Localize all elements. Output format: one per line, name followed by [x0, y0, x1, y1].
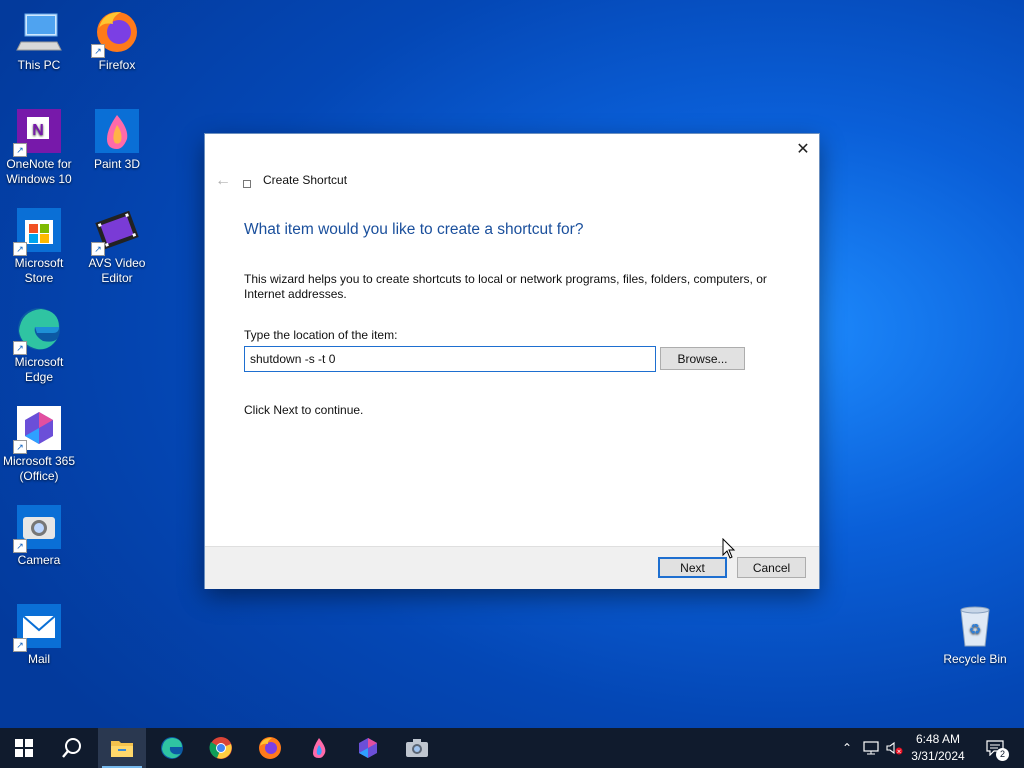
desktop-icon-paint3d[interactable]: Paint 3D: [78, 107, 156, 172]
chevron-up-icon: ⌃: [841, 741, 853, 755]
paint3d-icon: [93, 107, 141, 155]
taskbar-paint3d[interactable]: [295, 728, 343, 768]
location-input[interactable]: [244, 346, 656, 372]
paint3d-icon: [313, 738, 326, 758]
m365-icon: [359, 738, 377, 758]
firefox-icon: [259, 737, 281, 759]
desktop-icon-label: Recycle Bin: [943, 652, 1007, 666]
taskbar-m365[interactable]: [344, 728, 392, 768]
onenote-icon: N ↗: [13, 107, 63, 157]
mouse-cursor-icon: [722, 537, 736, 565]
desktop-icon-camera[interactable]: ↗ Camera: [0, 503, 78, 568]
camera-icon: [406, 739, 428, 757]
desktop-icon-label: Mail: [27, 652, 50, 666]
search-button[interactable]: [48, 728, 96, 768]
create-shortcut-dialog: ✕ ← Create Shortcut What item would you …: [205, 134, 819, 589]
windows-logo-icon: [15, 739, 33, 757]
desktop-icon-label: Camera: [17, 553, 61, 567]
m365-icon: ↗: [13, 404, 63, 454]
desktop-icon-label: AVS Video Editor: [88, 256, 146, 285]
edge-icon: ↗: [13, 305, 63, 355]
desktop-icon-label: This PC: [17, 58, 61, 72]
continue-hint: Click Next to continue.: [244, 403, 364, 417]
shortcut-wizard-icon: [243, 180, 251, 188]
shortcut-arrow-icon: ↗: [13, 440, 27, 454]
wizard-heading: What item would you like to create a sho…: [244, 221, 584, 238]
mail-icon: ↗: [13, 602, 63, 652]
notification-count-badge: 2: [996, 748, 1009, 761]
next-button[interactable]: Next: [658, 557, 727, 578]
desktop-icon-label: Microsoft 365 (Office): [2, 454, 76, 483]
desktop-icon-mail[interactable]: ↗ Mail: [0, 602, 78, 667]
back-arrow-icon: ←: [215, 172, 231, 189]
file-explorer-icon: [111, 741, 133, 757]
close-button[interactable]: ✕: [793, 140, 813, 160]
network-tray-button[interactable]: [860, 728, 882, 768]
shortcut-arrow-icon: ↗: [91, 44, 105, 58]
clock[interactable]: 6:48 AM 3/31/2024: [900, 731, 976, 765]
wizard-description: This wizard helps you to create shortcut…: [244, 272, 767, 301]
back-button[interactable]: ←: [215, 172, 231, 190]
this-pc-icon: [15, 8, 63, 56]
browse-button[interactable]: Browse...: [660, 347, 745, 370]
shortcut-arrow-icon: ↗: [13, 638, 27, 652]
desktop-icon-label: Microsoft Store: [14, 256, 64, 285]
desktop-icon-recycle-bin[interactable]: ♻ Recycle Bin: [936, 602, 1014, 667]
desktop-icon-label: Firefox: [98, 58, 136, 72]
firefox-icon: ↗: [91, 8, 141, 58]
taskbar-edge[interactable]: [148, 728, 196, 768]
taskbar-firefox[interactable]: [246, 728, 294, 768]
edge-icon: [161, 737, 183, 759]
chrome-icon: [209, 737, 232, 759]
taskbar-camera[interactable]: [393, 728, 441, 768]
start-button[interactable]: [0, 728, 48, 768]
desktop-icon-onenote[interactable]: N ↗ OneNote for Windows 10: [0, 107, 78, 187]
clock-date: 3/31/2024: [911, 749, 965, 763]
shortcut-arrow-icon: ↗: [13, 539, 27, 553]
shortcut-arrow-icon: ↗: [13, 341, 27, 355]
dialog-title: Create Shortcut: [263, 173, 348, 187]
recycle-bin-icon: ♻: [951, 602, 999, 650]
network-icon: [863, 741, 879, 755]
taskbar-chrome[interactable]: [197, 728, 245, 768]
desktop-icon-avs[interactable]: ↗ AVS Video Editor: [78, 206, 156, 286]
taskbar: ⌃ ✕ 6:48 AM 3/31/2024 2: [0, 728, 1024, 768]
svg-text:N: N: [32, 122, 44, 139]
location-label: Type the location of the item:: [244, 328, 398, 342]
desktop-icon-store[interactable]: ↗ Microsoft Store: [0, 206, 78, 286]
avs-icon: ↗: [91, 206, 141, 256]
shortcut-arrow-icon: ↗: [13, 143, 27, 157]
show-hidden-icons-button[interactable]: ⌃: [838, 728, 856, 768]
desktop-icon-firefox[interactable]: ↗ Firefox: [78, 8, 156, 73]
shortcut-arrow-icon: ↗: [13, 242, 27, 256]
clock-time: 6:48 AM: [915, 732, 961, 746]
shortcut-arrow-icon: ↗: [91, 242, 105, 256]
search-icon: [62, 738, 81, 758]
desktop-icon-label: Paint 3D: [93, 157, 141, 171]
store-icon: ↗: [13, 206, 63, 256]
desktop-icon-this-pc[interactable]: This PC: [0, 8, 78, 73]
desktop-icon-edge[interactable]: ↗ Microsoft Edge: [0, 305, 78, 385]
desktop-icon-label: OneNote for Windows 10: [6, 157, 72, 186]
notification-center-button[interactable]: 2: [978, 728, 1012, 768]
camera-icon: ↗: [13, 503, 63, 553]
desktop-icon-m365[interactable]: ↗ Microsoft 365 (Office): [0, 404, 78, 484]
close-icon: ✕: [796, 141, 810, 158]
cancel-button[interactable]: Cancel: [737, 557, 806, 578]
taskbar-file-explorer[interactable]: [98, 728, 146, 768]
svg-text:♻: ♻: [969, 622, 982, 638]
desktop-icon-label: Microsoft Edge: [14, 355, 64, 384]
